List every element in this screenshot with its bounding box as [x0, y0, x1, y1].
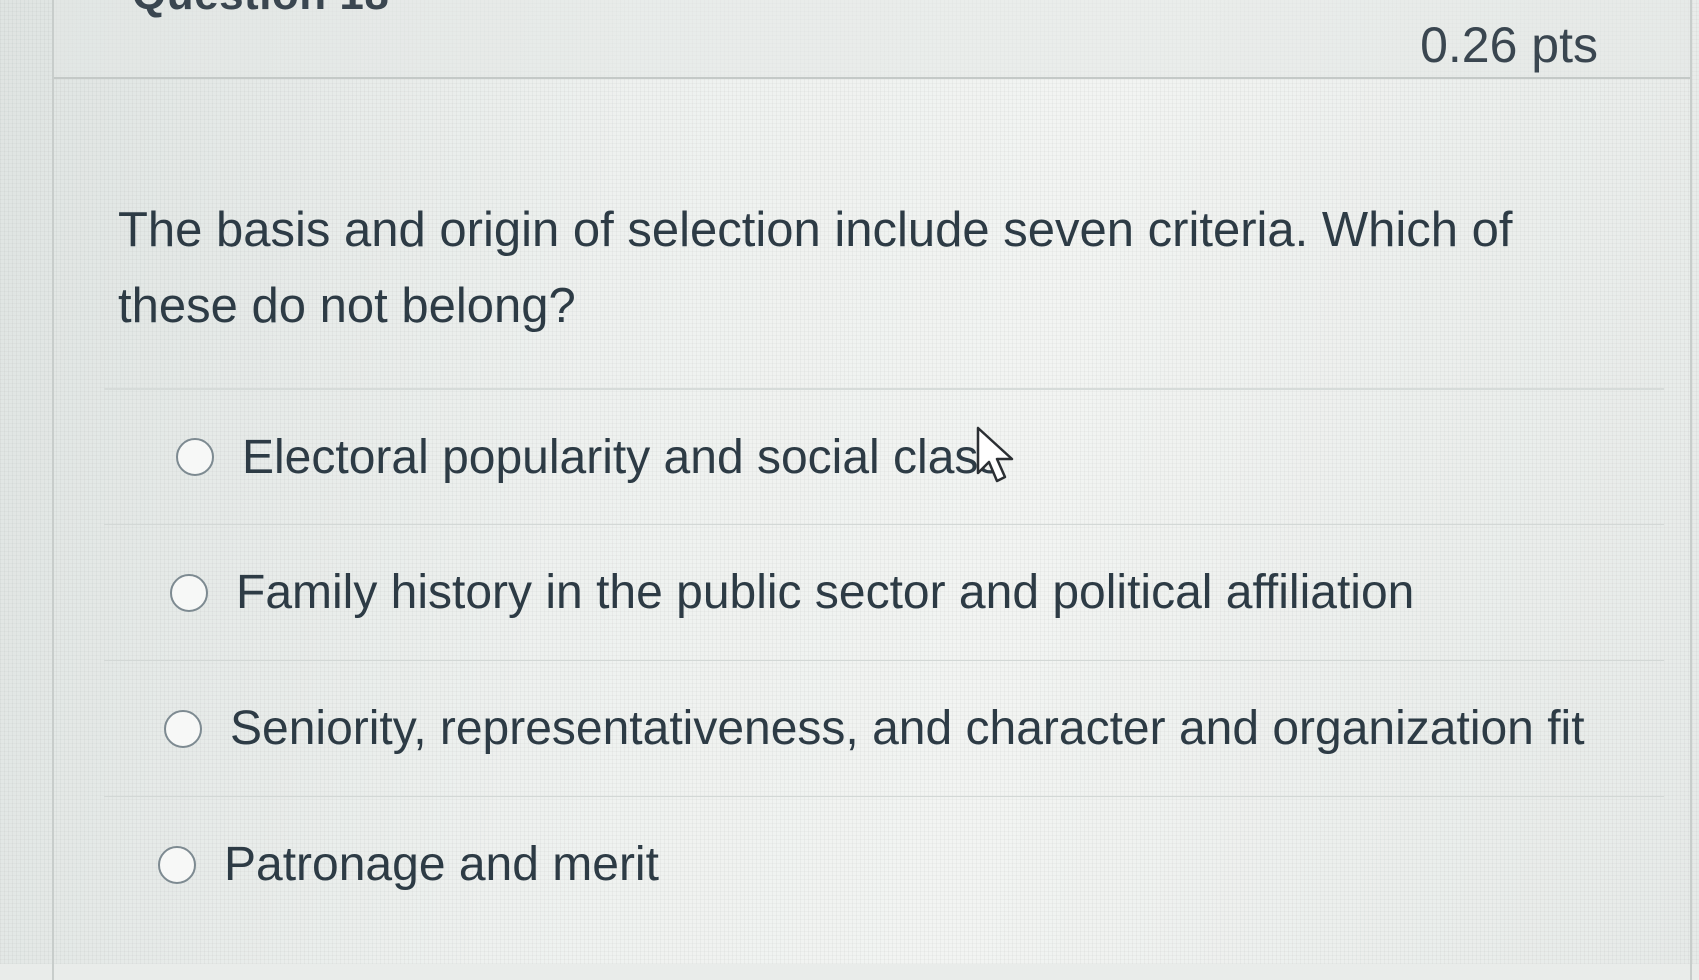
- answer-label[interactable]: Patronage and merit: [224, 837, 659, 892]
- answer-list: Electoral popularity and social class Fa…: [104, 388, 1664, 932]
- answer-option[interactable]: Family history in the public sector and …: [104, 524, 1664, 660]
- question-card: Question 18 0.26 pts The basis and origi…: [52, 0, 1692, 980]
- answer-label[interactable]: Electoral popularity and social class: [242, 430, 1002, 485]
- question-points: 0.26 pts: [1420, 17, 1598, 73]
- mouse-pointer-icon: [976, 426, 1014, 483]
- radio-button-icon[interactable]: [164, 709, 202, 748]
- answer-label[interactable]: Family history in the public sector and …: [236, 565, 1414, 620]
- question-header: Question 18 0.26 pts: [54, 0, 1690, 79]
- radio-button-icon[interactable]: [158, 845, 196, 884]
- answer-option[interactable]: Seniority, representativeness, and chara…: [104, 660, 1664, 796]
- radio-button-icon[interactable]: [176, 438, 214, 476]
- question-text: The basis and origin of selection includ…: [118, 203, 1513, 333]
- answer-option[interactable]: Electoral popularity and social class: [104, 388, 1664, 524]
- question-title: Question 18: [132, 0, 389, 20]
- screen-background: Question 18 0.26 pts The basis and origi…: [0, 0, 1699, 980]
- answer-option[interactable]: Patronage and merit: [104, 796, 1664, 932]
- radio-button-icon[interactable]: [170, 573, 208, 612]
- answer-label[interactable]: Seniority, representativeness, and chara…: [230, 701, 1585, 756]
